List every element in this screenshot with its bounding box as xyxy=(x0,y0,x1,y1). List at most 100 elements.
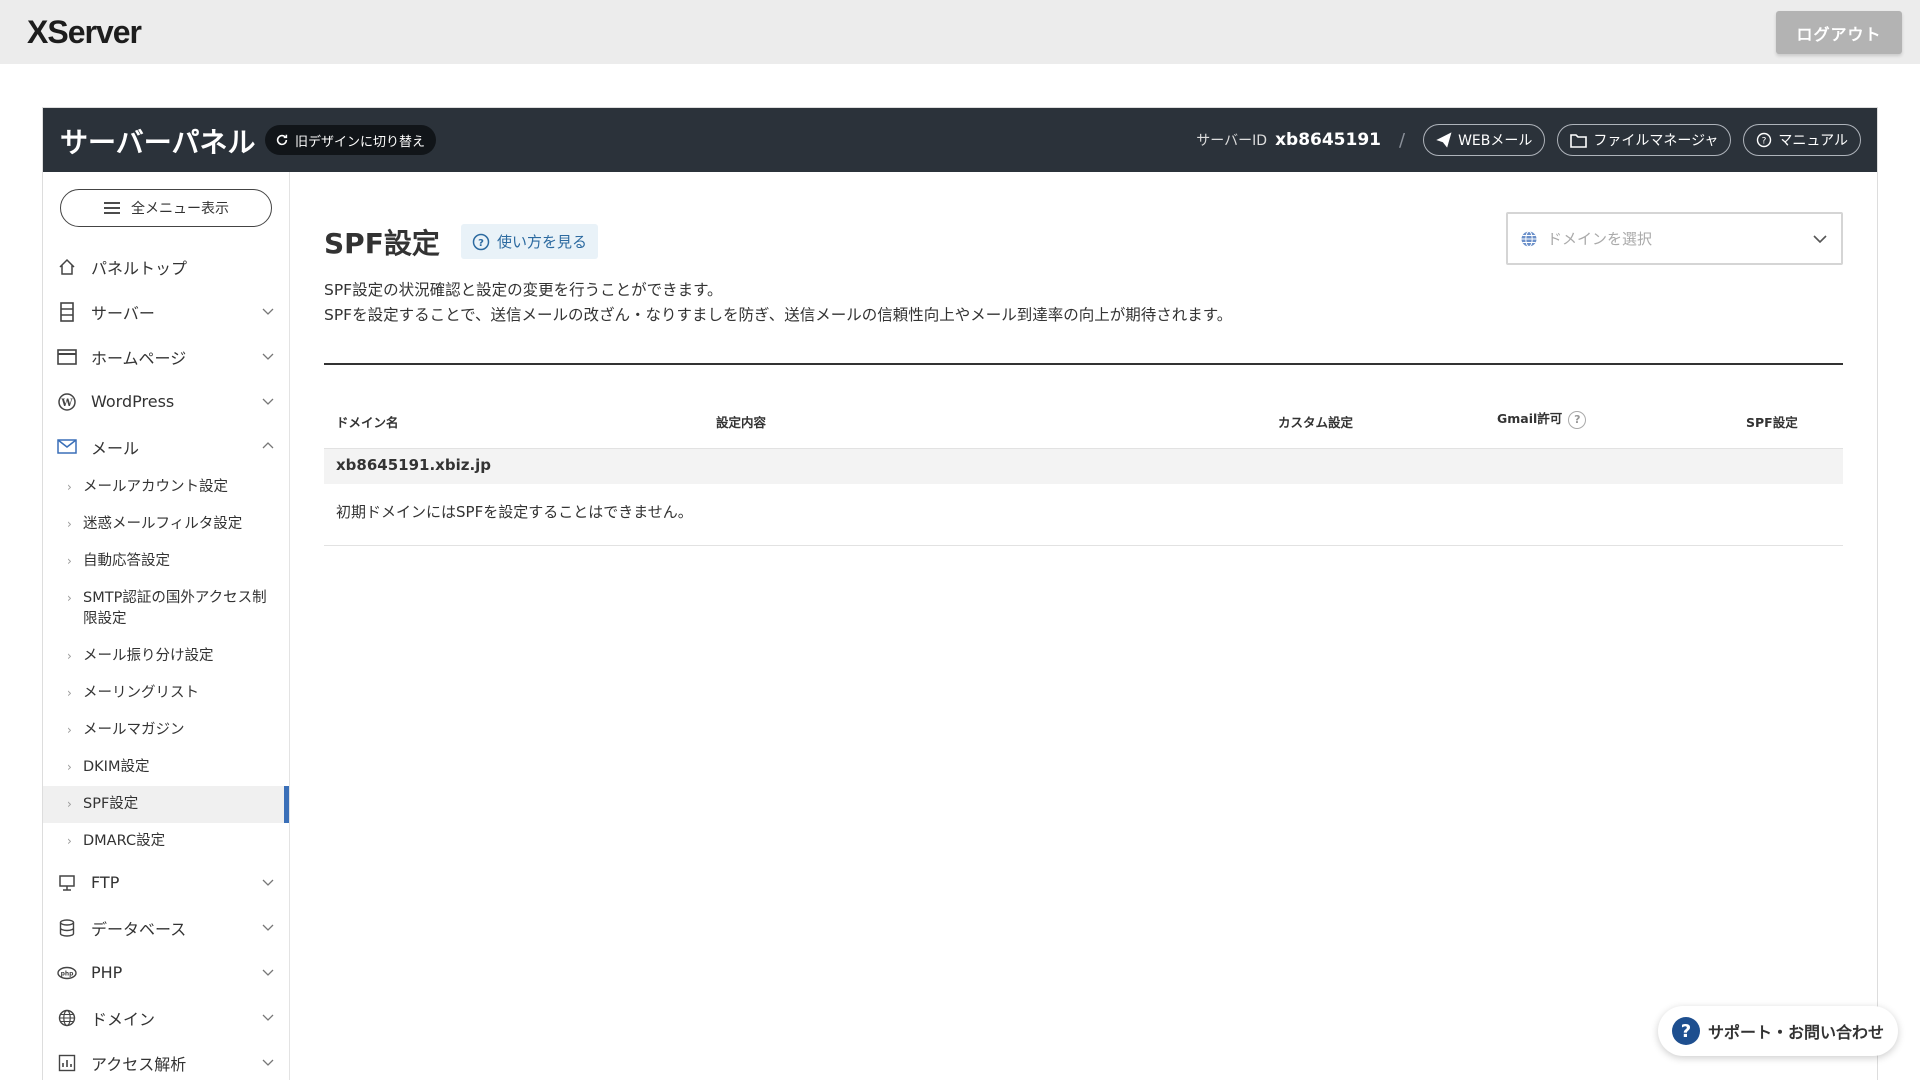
folder-icon xyxy=(1570,133,1588,148)
switch-design-button[interactable]: 旧デザインに切り替え xyxy=(265,125,437,155)
svg-text:W: W xyxy=(60,398,73,409)
sidebar-item-database[interactable]: データベース xyxy=(43,905,289,950)
all-menu-button[interactable]: 全メニュー表示 xyxy=(60,189,272,227)
panel-header: サーバーパネル 旧デザインに切り替え サーバーID xb8645191 / WE… xyxy=(43,108,1877,172)
chevron-down-icon xyxy=(262,1014,274,1021)
sidebar-sub-label: SPF設定 xyxy=(83,796,139,812)
sidebar-item-server[interactable]: サーバー xyxy=(43,289,289,334)
hamburger-icon xyxy=(104,202,120,214)
sidebar-sub-mail-sorting[interactable]: › メール振り分け設定 xyxy=(43,638,289,675)
page-description: SPF設定の状況確認と設定の変更を行うことができます。 SPFを設定することで、… xyxy=(324,278,1232,328)
header-separator: / xyxy=(1399,129,1406,151)
globe-icon xyxy=(1521,230,1537,247)
chevron-down-icon xyxy=(262,1059,274,1066)
php-icon: php xyxy=(57,963,77,983)
svg-text:?: ? xyxy=(478,238,484,249)
chart-icon xyxy=(57,1053,77,1073)
switch-design-label: 旧デザインに切り替え xyxy=(295,134,426,150)
domain-select[interactable]: ドメインを選択 xyxy=(1506,212,1843,265)
sidebar-item-homepage[interactable]: ホームページ xyxy=(43,334,289,379)
chevron-right-icon: › xyxy=(67,517,72,531)
sidebar-nav: パネルトップ サーバー ホームページ W WordPress メール › メール… xyxy=(43,244,289,1080)
webmail-button[interactable]: WEBメール xyxy=(1423,124,1546,156)
sidebar-sub-label: メール振り分け設定 xyxy=(83,648,214,664)
sidebar-item-label: データベース xyxy=(91,919,187,939)
chevron-down-icon xyxy=(262,924,274,931)
sidebar-item-panel-top[interactable]: パネルトップ xyxy=(43,244,289,289)
chevron-right-icon: › xyxy=(67,797,72,811)
sidebar-item-php[interactable]: php PHP xyxy=(43,950,289,995)
database-icon xyxy=(57,918,77,938)
sidebar-sub-spf[interactable]: › SPF設定 xyxy=(43,786,289,823)
gmail-help-icon[interactable]: ? xyxy=(1568,410,1587,429)
chevron-down-icon xyxy=(262,353,274,360)
sidebar-item-access-analytics[interactable]: アクセス解析 xyxy=(43,1040,289,1080)
sidebar-sub-label: SMTP認証の国外アクセス制限設定 xyxy=(83,590,267,627)
sidebar-sub-dkim[interactable]: › DKIM設定 xyxy=(43,749,289,786)
col-header-spf: SPF設定 xyxy=(1746,415,1798,430)
browser-icon xyxy=(57,347,77,367)
svg-text:?: ? xyxy=(1762,137,1767,147)
sidebar-sub-dmarc[interactable]: › DMARC設定 xyxy=(43,823,289,860)
chevron-down-icon xyxy=(262,308,274,315)
page-title: SPF設定 xyxy=(324,227,440,260)
section-divider xyxy=(324,363,1843,365)
sidebar-item-label: アクセス解析 xyxy=(91,1054,187,1074)
logout-button[interactable]: ログアウト xyxy=(1776,11,1902,54)
svg-text:php: php xyxy=(61,970,75,977)
xserver-logo[interactable]: XServer xyxy=(27,14,142,51)
sidebar-item-label: PHP xyxy=(91,963,123,982)
refresh-icon xyxy=(276,134,288,146)
sidebar-sub-label: 自動応答設定 xyxy=(83,553,170,569)
sidebar-item-label: パネルトップ xyxy=(91,258,188,278)
how-to-use-button[interactable]: ? 使い方を見る xyxy=(461,224,599,259)
description-line-1: SPF設定の状況確認と設定の変更を行うことができます。 xyxy=(324,281,723,299)
chevron-right-icon: › xyxy=(67,760,72,774)
sidebar-item-ftp[interactable]: FTP xyxy=(43,860,289,905)
chevron-down-icon xyxy=(262,969,274,976)
col-header-settings: 設定内容 xyxy=(716,415,767,430)
table-row-message: 初期ドメインにはSPFを設定することはできません。 xyxy=(324,484,1843,546)
sidebar-item-domain[interactable]: ドメイン xyxy=(43,995,289,1040)
table-row-domain: xb8645191.xbiz.jp xyxy=(324,448,1843,484)
domain-select-placeholder: ドメインを選択 xyxy=(1547,230,1653,248)
chevron-right-icon: › xyxy=(67,480,72,494)
sidebar-item-label: メール xyxy=(91,438,140,458)
sidebar-item-label: WordPress xyxy=(91,392,175,411)
header-right: サーバーID xb8645191 / WEBメール ファイルマネージャ ? マニ… xyxy=(1196,124,1861,156)
manual-label: マニュアル xyxy=(1778,133,1848,149)
sidebar-sub-label: メールマガジン xyxy=(83,722,185,738)
sidebar-item-label: サーバー xyxy=(91,303,155,323)
server-icon xyxy=(57,301,77,322)
sidebar-item-label: ドメイン xyxy=(91,1009,156,1029)
file-manager-button[interactable]: ファイルマネージャ xyxy=(1557,124,1732,156)
sidebar-item-wordpress[interactable]: W WordPress xyxy=(43,379,289,424)
file-manager-label: ファイルマネージャ xyxy=(1593,133,1719,149)
col-header-gmail-label: Gmail許可 xyxy=(1497,411,1563,426)
sidebar-sub-mail-magazine[interactable]: › メールマガジン xyxy=(43,712,289,749)
sidebar-item-mail[interactable]: メール xyxy=(43,424,289,469)
question-circle-icon: ? xyxy=(472,233,490,250)
sidebar-sub-spam-filter[interactable]: › 迷惑メールフィルタ設定 xyxy=(43,506,289,543)
how-to-use-label: 使い方を見る xyxy=(497,233,588,251)
panel-title[interactable]: サーバーパネル xyxy=(60,121,255,161)
sidebar-sub-label: 迷惑メールフィルタ設定 xyxy=(83,516,243,532)
support-label: サポート・お問い合わせ xyxy=(1708,1023,1885,1042)
chevron-right-icon: › xyxy=(67,686,72,700)
description-line-2: SPFを設定することで、送信メールの改ざん・なりすましを防ぎ、送信メールの信頼性… xyxy=(324,306,1233,324)
wordpress-icon: W xyxy=(57,392,77,412)
ftp-icon xyxy=(57,873,77,893)
chevron-up-icon xyxy=(262,442,274,449)
sidebar-sub-smtp-restriction[interactable]: › SMTP認証の国外アクセス制限設定 xyxy=(43,580,289,638)
sidebar-item-label: FTP xyxy=(91,873,120,892)
server-id-value: xb8645191 xyxy=(1275,130,1381,150)
support-contact-button[interactable]: ? サポート・お問い合わせ xyxy=(1658,1006,1898,1056)
manual-button[interactable]: ? マニュアル xyxy=(1743,124,1861,156)
col-header-gmail: Gmail許可? xyxy=(1497,408,1587,429)
sidebar-sub-mail-account[interactable]: › メールアカウント設定 xyxy=(43,469,289,506)
col-header-domain: ドメイン名 xyxy=(336,415,399,430)
chevron-down-icon xyxy=(262,398,274,405)
sidebar-sub-auto-reply[interactable]: › 自動応答設定 xyxy=(43,543,289,580)
chevron-right-icon: › xyxy=(67,554,72,568)
sidebar-sub-mailing-list[interactable]: › メーリングリスト xyxy=(43,675,289,712)
